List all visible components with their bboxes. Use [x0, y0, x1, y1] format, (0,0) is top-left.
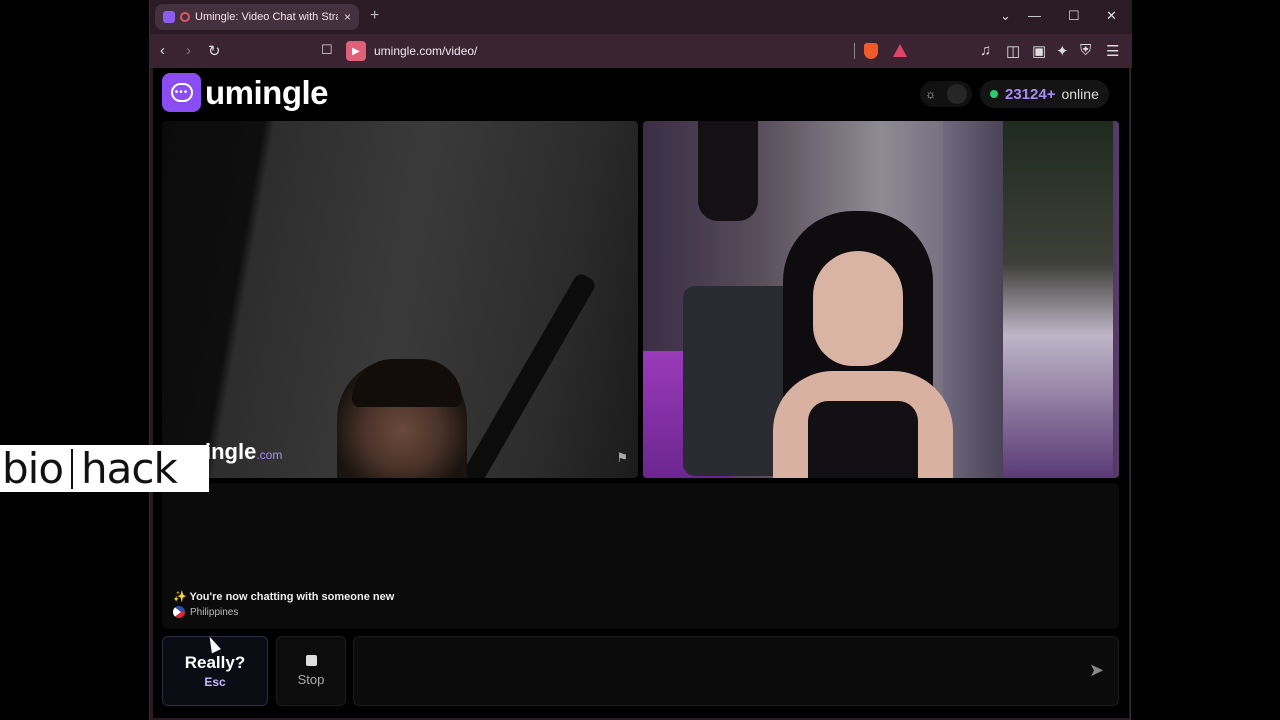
- tab-close-icon[interactable]: ×: [344, 10, 351, 24]
- hanging-jacket: [698, 121, 758, 221]
- report-flag-icon[interactable]: ⚑: [616, 450, 628, 466]
- local-video: umingle.com ⚑: [162, 121, 638, 478]
- online-counter: 23124+ online: [980, 80, 1109, 108]
- brave-rewards-icon[interactable]: [893, 44, 907, 57]
- chat-log: ✨ You're now chatting with someone new P…: [162, 483, 1119, 629]
- country-name: Philippines: [190, 606, 239, 618]
- theme-toggle[interactable]: ☼: [920, 81, 972, 107]
- minimize-icon[interactable]: —: [1028, 8, 1041, 23]
- new-tab-icon[interactable]: +: [370, 7, 379, 25]
- online-label: online: [1061, 86, 1099, 102]
- stop-label: Stop: [297, 672, 325, 687]
- biohack-overlay-logo: bio hack: [0, 444, 209, 493]
- stranger-country: Philippines: [173, 606, 238, 618]
- back-icon[interactable]: ‹: [160, 42, 165, 59]
- philippines-flag-icon: [173, 606, 185, 618]
- url-text[interactable]: umingle.com/video/: [374, 44, 477, 58]
- wallet-icon[interactable]: ▣: [1032, 42, 1046, 60]
- brand-divider: [71, 448, 74, 489]
- chat-bubble-icon: •••: [162, 73, 201, 112]
- forward-icon[interactable]: ›: [186, 42, 191, 59]
- umingle-favicon-icon: [163, 11, 175, 23]
- browser-tab[interactable]: Umingle: Video Chat with Stra ×: [155, 4, 359, 30]
- close-window-icon[interactable]: ✕: [1106, 8, 1117, 24]
- maximize-icon[interactable]: ☐: [1068, 8, 1080, 24]
- logo-text: umingle: [205, 73, 329, 111]
- menu-icon[interactable]: ☰: [1106, 42, 1119, 60]
- address-bar[interactable]: ▶ umingle.com/video/: [346, 39, 916, 63]
- recording-icon: [180, 12, 190, 22]
- remote-video: [643, 121, 1119, 478]
- page-content: ••• umingle ☼ 23124+ online umingle.com …: [153, 68, 1129, 718]
- stop-icon: [305, 655, 317, 666]
- toolbar-divider: [854, 43, 855, 59]
- microphone-arm: [458, 271, 598, 478]
- send-icon[interactable]: ➤: [1089, 660, 1104, 681]
- local-user-hair: [352, 359, 462, 407]
- tab-title: Umingle: Video Chat with Stra: [195, 11, 338, 23]
- tab-search-dropdown-icon[interactable]: ⌄: [1000, 8, 1011, 24]
- system-message: ✨ You're now chatting with someone new: [173, 591, 395, 603]
- browser-window: Umingle: Video Chat with Stra × + ⌄ — ☐ …: [149, 0, 1132, 720]
- leo-ai-icon[interactable]: ✦: [1056, 42, 1069, 60]
- vpn-icon[interactable]: ⛨: [1080, 42, 1091, 59]
- camera-permission-icon[interactable]: ▶: [346, 41, 366, 61]
- room-window: [1003, 121, 1113, 478]
- sidebar-icon[interactable]: ◫: [1006, 42, 1020, 60]
- sun-icon: ☼: [925, 87, 936, 101]
- skip-shortcut-hint: Esc: [204, 675, 226, 689]
- reload-icon[interactable]: ↻: [208, 42, 221, 60]
- brand-left-text: bio: [2, 444, 64, 493]
- media-icon[interactable]: ♫: [980, 42, 991, 59]
- toggle-knob: [947, 84, 967, 104]
- browser-toolbar: ‹ › ↻ ☐ ▶ umingle.com/video/ ♫ ◫ ▣ ✦ ⛨ ☰: [150, 34, 1132, 68]
- message-input[interactable]: [353, 636, 1119, 706]
- brand-right-text: hack: [81, 444, 178, 493]
- watermark-domain: .com: [256, 448, 283, 462]
- tab-bar: Umingle: Video Chat with Stra × + ⌄ — ☐ …: [150, 0, 1132, 34]
- online-count: 23124+: [1005, 85, 1056, 103]
- remote-user: [753, 211, 973, 478]
- bookmark-icon[interactable]: ☐: [321, 42, 333, 58]
- skip-confirm-label: Really?: [184, 653, 246, 672]
- brave-shields-icon[interactable]: [864, 43, 878, 59]
- site-logo[interactable]: ••• umingle: [162, 73, 329, 112]
- online-status-dot: [990, 90, 998, 98]
- stop-button[interactable]: Stop: [276, 636, 346, 706]
